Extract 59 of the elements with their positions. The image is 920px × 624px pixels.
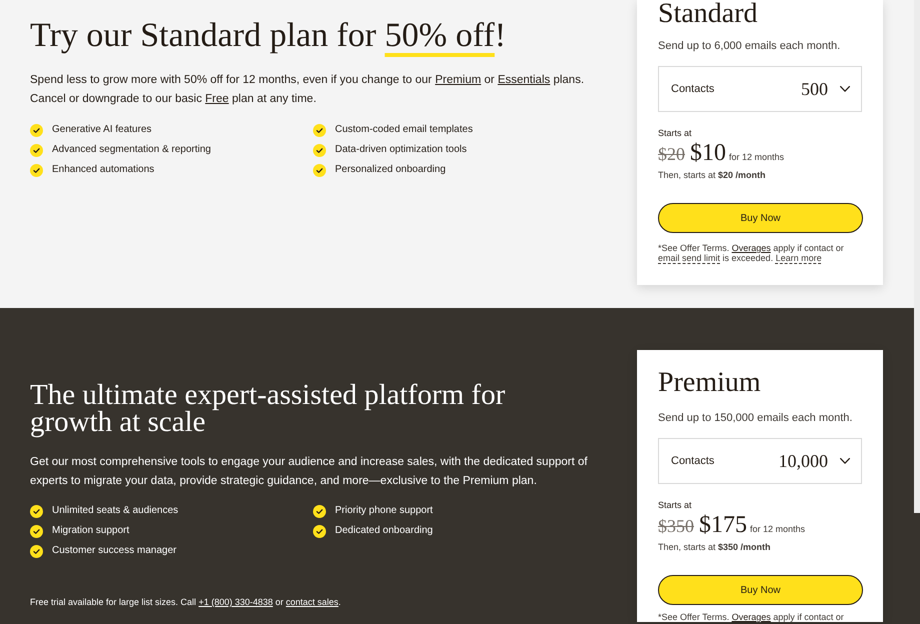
feature-text: Custom-coded email templates (335, 124, 473, 136)
chevron-down-icon (840, 86, 850, 92)
renewal-price-text: Then, starts at $350 /month (658, 541, 772, 553)
premium-heading: The ultimate expert-assisted platform for growth at scale (30, 382, 506, 436)
check-icon (30, 504, 43, 518)
check-icon (30, 524, 43, 538)
feature-text: Data-driven optimization tools (335, 144, 467, 156)
feature-text: Enhanced automations (52, 164, 154, 176)
term-link[interactable]: Learn more (776, 253, 822, 263)
text-link[interactable]: contact sales (286, 597, 338, 607)
feature-text: Migration support (52, 525, 130, 537)
feature-text: Generative AI features (52, 124, 152, 136)
sale-price: $10 (690, 140, 726, 166)
check-icon (313, 504, 326, 518)
check-icon (30, 544, 43, 558)
text-link[interactable]: Overages (732, 612, 771, 622)
check-icon (313, 524, 326, 538)
offer-description: Spend less to grow more with 50% off for 12 months, even if you change to our Premium or Essentials plans. Cancel or downgrade to our basic Free plan at any time. (30, 73, 586, 107)
feature-text: Dedicated onboarding (335, 525, 433, 537)
text-link[interactable]: +1 (800) 330-4838 (198, 597, 273, 607)
contacts-dropdown[interactable]: Contacts 10,000 (658, 438, 862, 484)
premium-description: Get our most comprehensive tools to engage your audience and increase sales, with the dedicated support of experts to migrate your data, provide strategic guidance, and more—exclusive to the Premium plan. (30, 455, 588, 489)
original-price: $20 (658, 143, 685, 166)
footnote-text: *See Offer Terms. Overages apply if contact or (658, 612, 845, 622)
buy-now-button[interactable]: Buy Now (658, 203, 863, 233)
starts-at-label: Starts at (658, 127, 693, 139)
price-note: for 12 months (750, 523, 806, 536)
feature-text: Customer success manager (52, 545, 176, 557)
contacts-dropdown[interactable]: Contacts 500 (658, 66, 862, 112)
check-icon (313, 124, 326, 136)
check-icon (30, 144, 43, 156)
plan-title: Standard (658, 0, 759, 28)
term-link[interactable]: email send limit (658, 253, 720, 263)
original-price: $350 (658, 515, 694, 538)
check-icon (30, 124, 43, 136)
offer-heading: Try our Standard plan for 50% off! (30, 16, 507, 56)
text-link[interactable]: Essentials (498, 74, 550, 86)
feature-text: Unlimited seats & audiences (52, 505, 178, 517)
plan-description: Send up to 6,000 emails each month. (658, 39, 842, 54)
chevron-down-icon (840, 458, 850, 464)
footnote-text: *See Offer Terms. Overages apply if contact or email send limit is exceeded. Learn more (658, 243, 845, 263)
plan-title: Premium (658, 369, 762, 397)
text-link[interactable]: Free (205, 93, 229, 105)
scrollbar-thumb[interactable] (914, 0, 920, 513)
feature-text: Priority phone support (335, 505, 433, 517)
text-link[interactable]: Overages (732, 243, 771, 253)
check-icon (30, 164, 43, 176)
plan-description: Send up to 150,000 emails each month. (658, 411, 854, 426)
renewal-price-text: Then, starts at $20 /month (658, 169, 767, 181)
text-link[interactable]: Premium (435, 74, 482, 86)
feature-text: Advanced segmentation & reporting (52, 144, 211, 156)
feature-text: Personalized onboarding (335, 164, 446, 176)
check-icon (313, 144, 326, 156)
check-icon (313, 164, 326, 176)
price-note: for 12 months (729, 151, 784, 164)
buy-now-button[interactable]: Buy Now (658, 575, 863, 605)
starts-at-label: Starts at (658, 499, 693, 511)
sale-price: $175 (699, 512, 747, 538)
trial-note-text: Free trial available for large list sizes. Call +1 (800) 330-4838 or contact sales. (30, 596, 342, 608)
